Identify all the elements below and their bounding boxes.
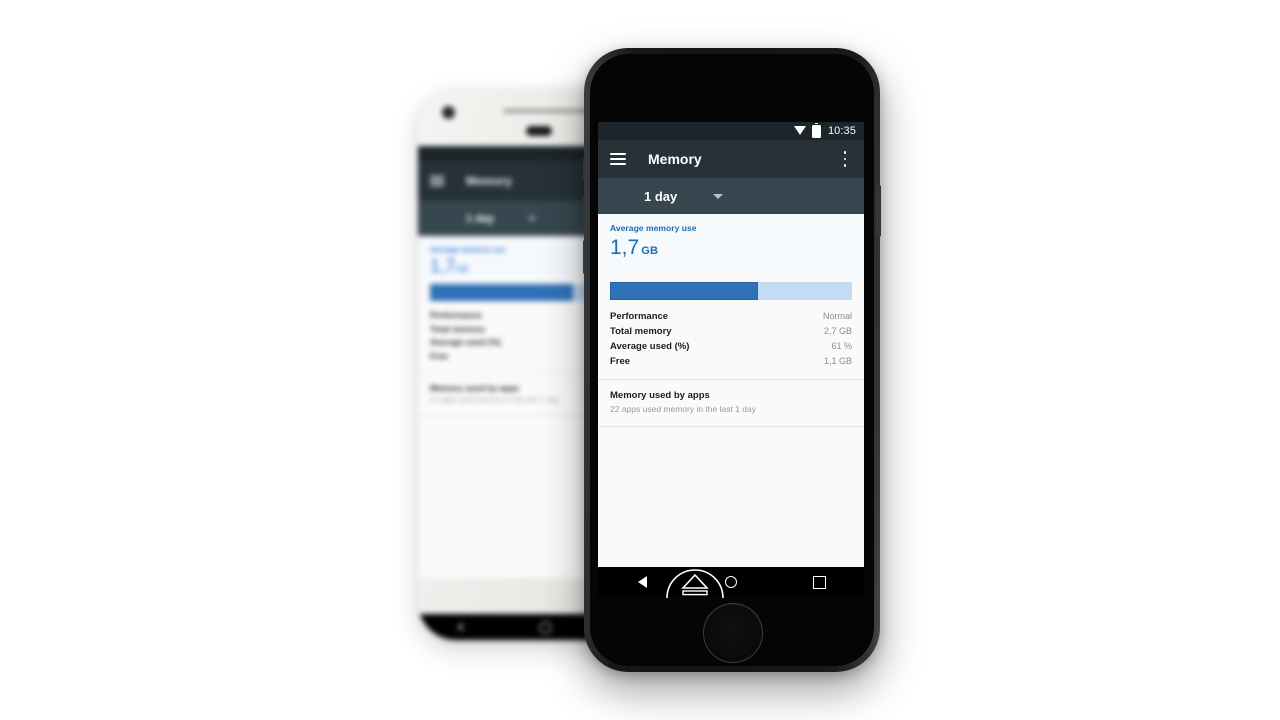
average-memory-card: Average memory use 1,7 GB [598,214,864,274]
back-triangle-icon [456,622,464,632]
memory-usage-bar [610,282,852,300]
status-bar: 10:35 [598,122,864,140]
hamburger-menu-icon[interactable] [610,153,626,165]
empty-content-area [598,427,864,567]
average-memory-unit: GB [641,245,659,257]
stat-value: 61 % [831,341,852,351]
bg-hero-unit: GB [455,264,469,274]
table-row: Total memory 2,7 GB [610,324,852,339]
stat-value: 2,7 GB [823,326,852,336]
battery-icon [811,122,821,138]
average-memory-label: Average memory use [610,223,697,233]
bg-stat-label: Performance [430,310,482,320]
overflow-menu-icon[interactable] [838,151,852,167]
stat-value: 1,1 GB [823,356,852,366]
nav-home-button[interactable] [687,567,776,597]
home-button[interactable] [703,603,763,663]
memory-used-by-apps-subtitle: 22 apps used memory in the last 1 day [610,404,756,414]
power-button[interactable] [876,185,881,237]
average-memory-value: 1,7 GB [610,236,852,263]
home-circle-icon [539,620,553,634]
back-triangle-icon [637,576,647,588]
nav-back-button[interactable] [598,567,687,597]
page-title: Memory [648,151,702,167]
chevron-down-icon [713,193,724,199]
memory-used-by-apps-title: Memory used by apps [610,390,710,401]
wifi-icon [793,126,806,135]
stat-label: Average used (%) [610,341,690,352]
time-range-selector[interactable]: 1 day [598,178,864,214]
bg-stat-label: Total memory [430,323,486,334]
recents-square-icon [813,575,827,589]
nav-recents-button[interactable] [775,567,864,597]
bg-range-label: 1 day [466,212,495,225]
bg-hero-number: 1,7 [430,256,456,276]
app-screen: 10:35 Memory 1 day Average memory use 1,… [598,122,864,567]
memory-stats-list: Performance Normal Total memory 2,7 GB A… [598,300,864,379]
status-bar-clock: 10:35 [827,125,856,137]
silent-switch[interactable] [583,158,587,180]
stat-label: Performance [610,311,669,322]
memory-used-by-apps-section[interactable]: Memory used by apps 22 apps used memory … [598,380,864,426]
app-bar: Memory [598,140,864,178]
time-range-label: 1 day [644,188,678,204]
stat-label: Free [610,356,631,367]
memory-usage-bar-fill [610,282,758,300]
system-navigation-bar [598,567,864,597]
average-memory-number: 1,7 [610,236,640,259]
home-circle-icon [725,576,737,588]
front-camera [442,106,455,119]
bg-app-title: Memory [466,174,513,188]
volume-down-button[interactable] [583,240,587,274]
hamburger-menu-icon [430,176,444,186]
table-row: Performance Normal [610,309,852,324]
chevron-down-icon [528,216,537,221]
scene-canvas: Memory 1 day Average memory use 1,7GB Pe… [0,0,1280,720]
volume-up-button[interactable] [583,196,587,230]
proximity-sensor [526,126,552,136]
earpiece-speaker [503,109,589,113]
stat-value: Normal [822,311,852,321]
bg-stat-label: Average used (%) [430,337,502,347]
table-row: Average used (%) 61 % [610,339,852,354]
table-row: Free 1,1 GB [610,354,852,369]
bg-stat-label: Free [430,350,448,361]
stat-label: Total memory [610,326,672,337]
